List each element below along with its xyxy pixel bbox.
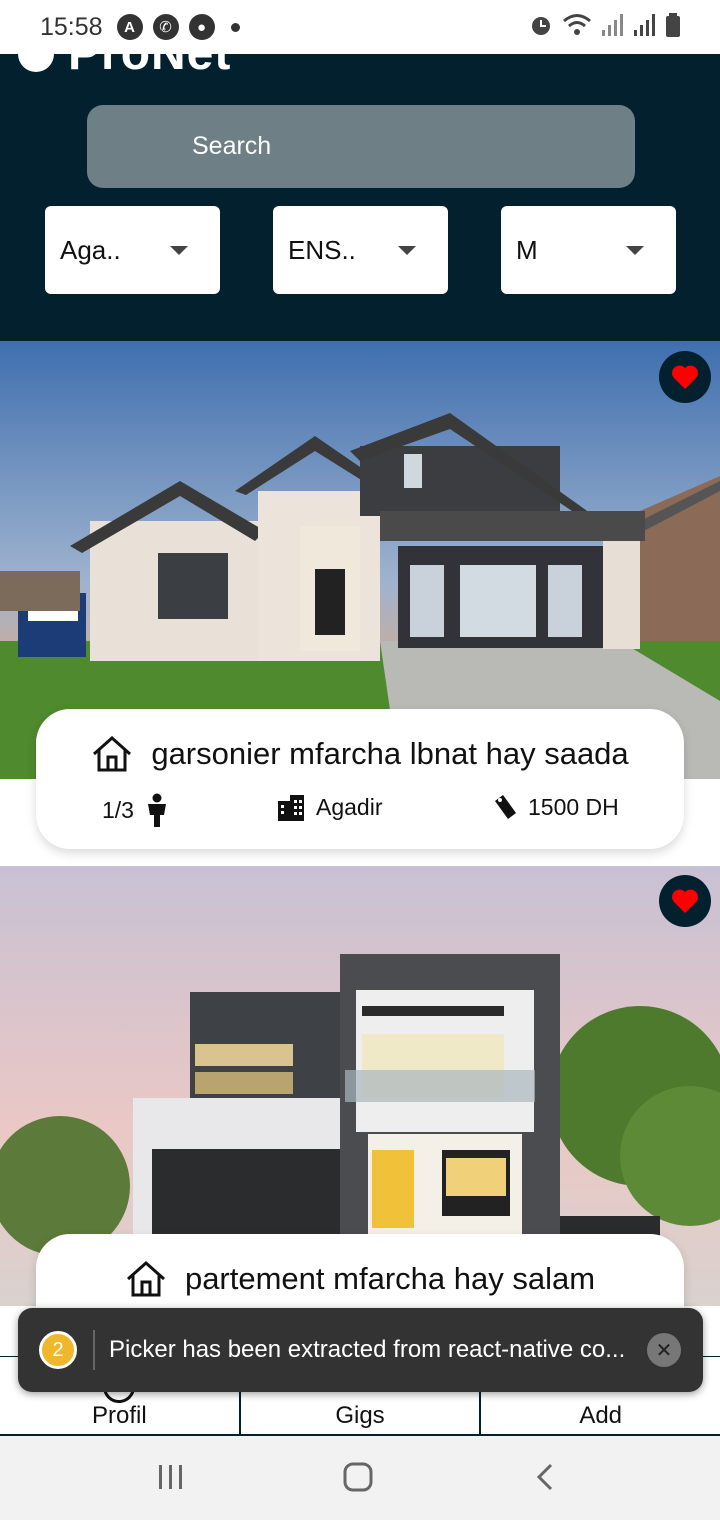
tab-profil-label: Profil xyxy=(91,1402,147,1429)
wifi-icon xyxy=(563,14,591,35)
back-icon[interactable] xyxy=(534,1462,556,1492)
search-input[interactable]: Search xyxy=(87,105,635,188)
toast-message: Picker has been extracted from react-nat… xyxy=(109,1336,626,1363)
city-icon xyxy=(278,795,304,821)
app-header: ProNet Search Aga.. ENS.. M xyxy=(0,54,720,341)
toast-divider xyxy=(93,1330,95,1370)
school-picker[interactable]: ENS.. xyxy=(273,206,448,294)
gender-picker-value: M xyxy=(516,234,538,265)
status-bar: 15:58 A ✆ ● xyxy=(0,0,720,54)
recent-apps-icon[interactable] xyxy=(157,1462,185,1492)
favorite-button[interactable] xyxy=(659,351,711,403)
whatsapp-icon: ✆ xyxy=(152,14,179,40)
person-icon xyxy=(147,793,166,827)
app-name: ProNet xyxy=(68,54,231,72)
listing-title: partement mfarcha hay salam xyxy=(184,1261,596,1296)
city-picker-value: Aga.. xyxy=(60,234,121,265)
price-value: 1500 DH xyxy=(528,793,619,820)
signal-icon xyxy=(634,14,655,36)
system-nav-bar xyxy=(0,1436,720,1520)
caret-down-icon xyxy=(170,246,188,255)
caret-down-icon xyxy=(398,246,416,255)
occupancy-value: 1/3 xyxy=(102,796,134,823)
app-logo: ProNet xyxy=(18,54,231,72)
city-value: Agadir xyxy=(316,793,383,820)
price-tag-icon xyxy=(495,795,516,819)
status-time: 15:58 xyxy=(40,12,103,41)
school-picker-value: ENS.. xyxy=(288,234,356,265)
a-icon: A xyxy=(116,14,143,40)
gender-picker[interactable]: M xyxy=(501,206,676,294)
search-placeholder: Search xyxy=(192,132,272,160)
home-icon xyxy=(93,735,132,772)
listing-title: garsonier mfarcha lbnat hay saada xyxy=(151,736,629,771)
signal-icon xyxy=(602,14,623,36)
tab-gigs-label: Gigs xyxy=(335,1402,385,1429)
home-icon xyxy=(126,1260,165,1297)
tab-add-label: Add xyxy=(579,1402,623,1429)
caret-down-icon xyxy=(626,246,644,255)
account-icon: ● xyxy=(188,14,215,40)
battery-icon xyxy=(666,13,680,37)
alarm-icon xyxy=(532,17,550,35)
warning-toast[interactable]: 2 Picker has been extracted from react-n… xyxy=(18,1308,703,1392)
heart-icon xyxy=(672,365,698,389)
heart-icon xyxy=(672,889,698,913)
favorite-button[interactable] xyxy=(659,875,711,927)
city-picker[interactable]: Aga.. xyxy=(45,206,220,294)
listing-card[interactable]: garsonier mfarcha lbnat hay saada 1/3 Ag… xyxy=(36,709,684,849)
close-icon[interactable]: ✕ xyxy=(647,1333,681,1367)
home-nav-icon[interactable] xyxy=(342,1462,374,1492)
logo-icon xyxy=(18,54,54,72)
notification-dot-icon xyxy=(230,22,240,32)
warning-count-badge: 2 xyxy=(39,1331,77,1369)
